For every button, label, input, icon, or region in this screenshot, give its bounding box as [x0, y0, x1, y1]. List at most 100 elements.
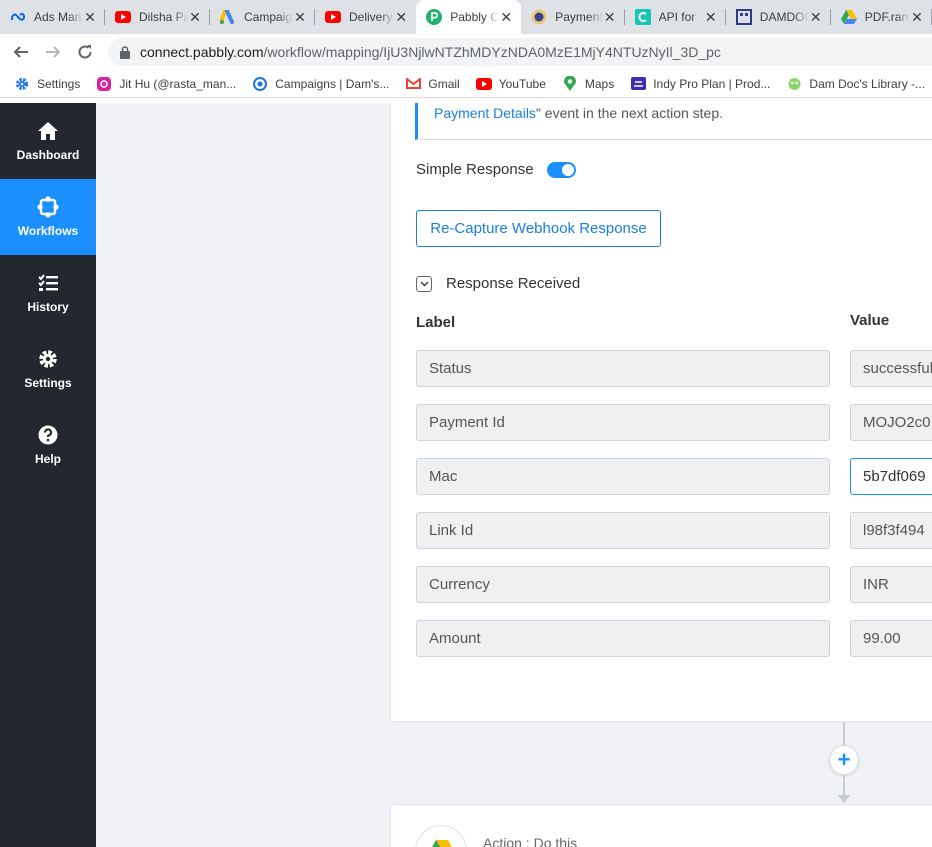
gear-icon	[14, 76, 30, 92]
bookmark-gmail[interactable]: Gmail	[405, 76, 460, 92]
response-value-field[interactable]: 99.00	[850, 620, 932, 657]
payment-icon	[531, 9, 547, 25]
browser-tab-campaigns[interactable]: Campaigns ✕	[210, 0, 315, 34]
sidebar-item-history[interactable]: History	[0, 255, 96, 331]
tab-title: Ads Manager	[34, 10, 83, 24]
address-bar[interactable]: connect.pabbly.com/workflow/mapping/IjU3…	[108, 38, 932, 66]
browser-tab-ads-manager[interactable]: Ads Manager ✕	[0, 0, 105, 34]
tab-strip: Ads Manager ✕ Dilsha Pa ✕ Campaigns ✕ De…	[0, 0, 932, 34]
value-column-header: Value	[850, 312, 890, 329]
bookmark-settings[interactable]: Settings	[14, 76, 80, 92]
api-icon	[634, 9, 651, 25]
sidebar-item-label: Workflows	[17, 224, 79, 238]
workflow-icon	[37, 196, 59, 218]
response-value-field[interactable]: l98f3f494	[850, 512, 932, 549]
response-label-field[interactable]: Link Id	[416, 512, 830, 549]
tab-title: Dilsha Pa	[139, 10, 188, 24]
webhook-trigger-card: Payment Details" event in the next actio…	[390, 103, 932, 722]
response-value-field[interactable]: INR	[850, 566, 932, 603]
response-value-field[interactable]: successful	[850, 350, 932, 387]
youtube-icon	[325, 9, 341, 25]
browser-tab-pdf[interactable]: PDF.ran ✕	[831, 0, 932, 34]
back-arrow-icon[interactable]	[10, 41, 32, 63]
browser-tab-pabbly[interactable]: Pabbly Connect ✕	[416, 0, 522, 34]
youtube-icon	[475, 76, 492, 92]
bookmark-indy[interactable]: Indy Pro Plan | Prod...	[630, 76, 770, 92]
sidebar-item-label: Help	[34, 452, 61, 466]
sidebar-item-settings[interactable]: Settings	[0, 331, 96, 407]
response-label-field[interactable]: Mac	[416, 458, 830, 495]
tab-close-icon[interactable]: ✕	[394, 10, 408, 24]
tab-close-icon[interactable]: ✕	[603, 10, 617, 24]
bookmark-label: Campaigns | Dam's...	[275, 76, 390, 91]
plus-icon: +	[837, 747, 851, 772]
tab-close-icon[interactable]: ✕	[809, 10, 823, 24]
tab-title: DAMDOC	[759, 10, 809, 24]
response-received-toggle[interactable]	[416, 275, 432, 292]
tab-close-icon[interactable]: ✕	[188, 10, 202, 24]
add-step-button[interactable]: +	[829, 745, 859, 775]
browser-tab-delivery[interactable]: Delivery ✕	[315, 0, 416, 34]
app-sidebar: Dashboard Workflows History Settings Hel…	[0, 103, 96, 847]
response-label-field[interactable]: Amount	[416, 620, 830, 657]
campaign-icon	[252, 76, 268, 92]
bookmark-label: Settings	[37, 76, 81, 91]
browser-tab-payment[interactable]: Payment ✕	[521, 0, 625, 34]
home-icon	[37, 120, 59, 142]
browser-tab-damdoc[interactable]: DAMDOC ✕	[726, 0, 831, 34]
tab-title: PDF.ran	[864, 10, 909, 24]
tab-title: Pabbly Connect	[450, 10, 499, 24]
response-value-field[interactable]: MOJO2c0	[850, 404, 932, 441]
bookmark-library[interactable]: Dam Doc's Library -...	[786, 76, 925, 92]
sidebar-item-help[interactable]: Help	[0, 407, 96, 483]
tab-title: Delivery	[349, 10, 393, 24]
response-label-field[interactable]: Status	[416, 350, 830, 387]
reload-icon[interactable]	[74, 41, 96, 63]
bookmark-label: Maps	[584, 76, 615, 91]
browser-tab-dilsha[interactable]: Dilsha Pa ✕	[105, 0, 210, 34]
chevron-down-icon	[420, 281, 428, 286]
sidebar-item-dashboard[interactable]: Dashboard	[0, 103, 96, 179]
sidebar-item-workflows[interactable]: Workflows	[0, 179, 96, 255]
bookmark-label: Dam Doc's Library -...	[809, 76, 926, 91]
bookmark-youtube[interactable]: YouTube	[475, 76, 546, 92]
simple-response-label: Simple Response	[416, 161, 534, 178]
tab-close-icon[interactable]: ✕	[910, 10, 924, 24]
tab-close-icon[interactable]: ✕	[499, 10, 513, 24]
tab-close-icon[interactable]: ✕	[704, 10, 718, 24]
tab-close-icon[interactable]: ✕	[83, 10, 97, 24]
bookmark-label: Gmail	[428, 76, 460, 91]
url-path: /workflow/mapping/IjU3NjlwNTZhMDYzNDA0Mz…	[263, 44, 721, 60]
lock-icon	[120, 45, 130, 59]
bookmark-campaigns[interactable]: Campaigns | Dam's...	[252, 76, 389, 92]
bookmark-maps[interactable]: Maps	[562, 76, 614, 92]
help-icon	[38, 424, 58, 446]
response-value-field[interactable]: 5b7df069	[850, 458, 932, 495]
meta-icon	[10, 9, 26, 25]
response-label-field[interactable]: Payment Id	[416, 404, 830, 441]
bookmark-label: Indy Pro Plan | Prod...	[653, 76, 771, 91]
forward-arrow-icon[interactable]	[42, 41, 64, 63]
action-step-title: Action : Do this	[483, 835, 578, 847]
gmail-icon	[405, 76, 421, 92]
damdoc-icon	[735, 9, 752, 25]
response-label-field[interactable]: Currency	[416, 566, 830, 603]
pabbly-icon	[426, 9, 443, 25]
google-drive-icon	[415, 825, 467, 847]
browser-tab-api[interactable]: API for ✕	[625, 0, 727, 34]
url-host: connect.pabbly.com	[140, 44, 264, 60]
info-link[interactable]: Payment Details	[434, 105, 536, 121]
simple-response-toggle[interactable]	[546, 161, 576, 178]
bookmarks-bar: Settings Jit Hu (@rasta_man... Campaigns…	[0, 70, 932, 98]
flow-connector-line	[843, 775, 845, 797]
action-step-card[interactable]: Action : Do this	[390, 804, 932, 847]
tab-title: Campaigns	[244, 10, 293, 24]
flow-connector-line	[843, 722, 845, 745]
google-ads-icon	[220, 9, 236, 25]
bookmark-instagram[interactable]: Jit Hu (@rasta_man...	[96, 76, 236, 92]
simple-response-row: Simple Response	[416, 161, 576, 178]
tab-close-icon[interactable]: ✕	[293, 10, 307, 24]
response-received-label: Response Received	[446, 275, 581, 292]
recapture-webhook-button[interactable]: Re-Capture Webhook Response	[416, 210, 661, 247]
indy-icon	[630, 76, 646, 92]
